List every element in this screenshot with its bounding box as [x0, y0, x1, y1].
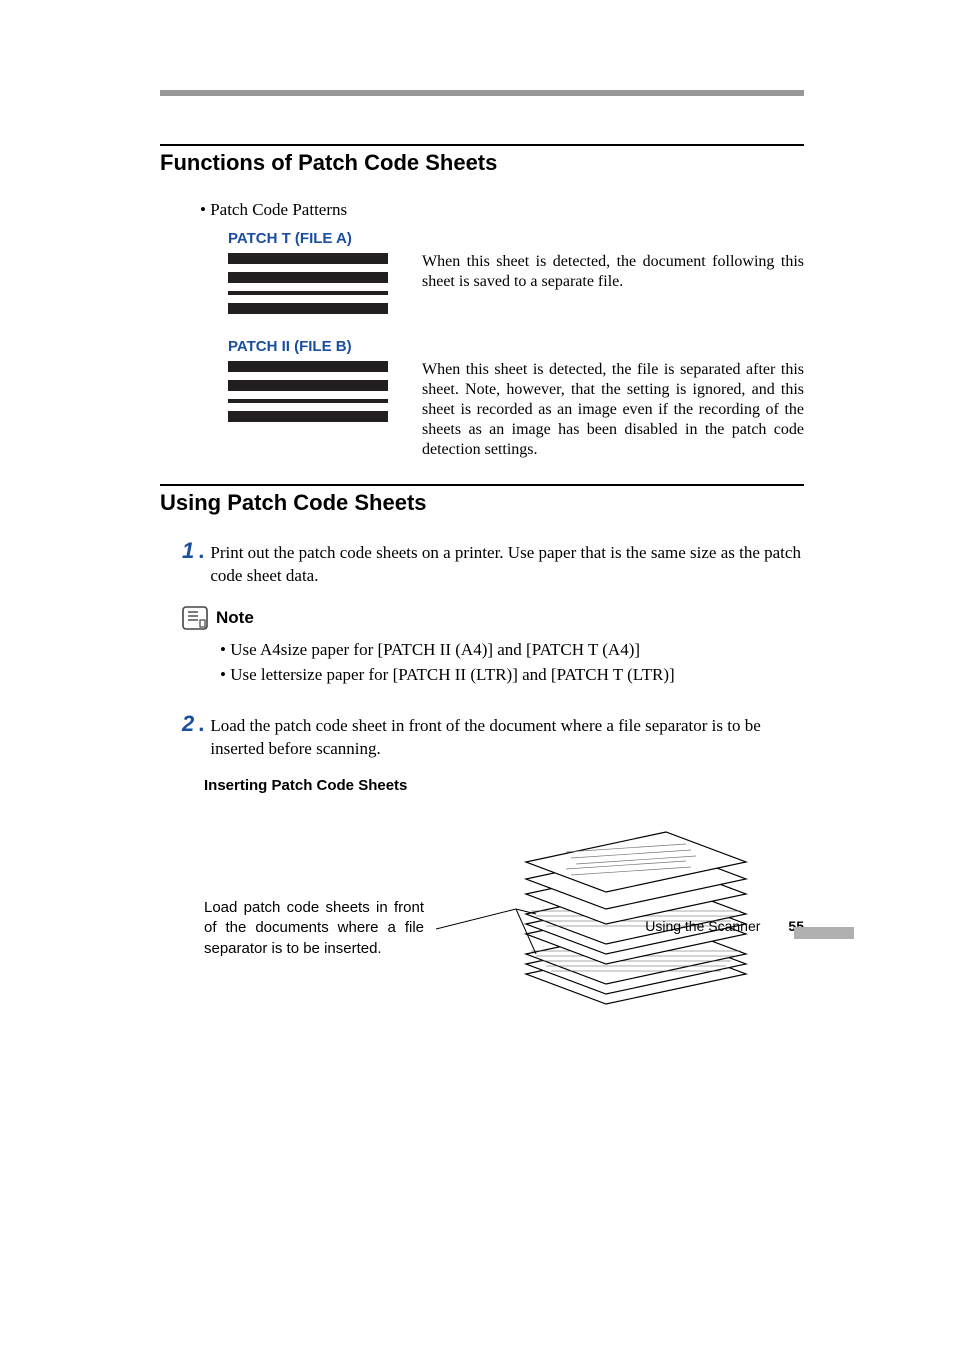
note-bullet-2: • Use lettersize paper for [PATCH II (LT…	[220, 663, 804, 688]
barcode-bar	[228, 291, 388, 295]
note-bullet-1: • Use A4size paper for [PATCH II (A4)] a…	[220, 638, 804, 663]
step-2-dot: .	[198, 713, 204, 735]
step-1-number: 1	[182, 540, 194, 562]
note-bullets: • Use A4size paper for [PATCH II (A4)] a…	[220, 638, 804, 687]
patch-t-title: PATCH T (FILE A)	[228, 230, 398, 247]
patch-t-block: PATCH T (FILE A) When this sheet is dete…	[200, 230, 804, 314]
barcode-bar	[228, 272, 388, 283]
patch-ii-desc: When this sheet is detected, the file is…	[422, 338, 804, 460]
patterns-block: • Patch Code Patterns PATCH T (FILE A) W…	[200, 200, 804, 460]
step-2-number: 2	[182, 713, 194, 735]
note-icon	[182, 606, 208, 630]
patch-ii-left: PATCH II (FILE B)	[228, 338, 398, 422]
paper-stack-diagram	[436, 814, 776, 1014]
patch-t-desc: When this sheet is detected, the documen…	[422, 230, 804, 292]
patch-t-left: PATCH T (FILE A)	[228, 230, 398, 314]
step-2: 2 . Load the patch code sheet in front o…	[182, 713, 804, 761]
barcode-bar	[228, 361, 388, 372]
barcode-bar	[228, 411, 388, 422]
footer-tab	[794, 927, 854, 939]
section-title-using: Using Patch Code Sheets	[160, 484, 804, 516]
step-1-dot: .	[198, 540, 204, 562]
patterns-label: • Patch Code Patterns	[200, 200, 804, 220]
diagram-caption: Load patch code sheets in front of the d…	[204, 898, 424, 959]
barcode-bar	[228, 253, 388, 264]
footer-text: Using the Scanner	[645, 918, 760, 934]
step-2-text: Load the patch code sheet in front of th…	[210, 713, 804, 761]
note-head: Note	[182, 606, 804, 630]
diagram-row: Load patch code sheets in front of the d…	[204, 814, 804, 1014]
page-footer: Using the Scanner 55	[645, 918, 804, 934]
patch-ii-title: PATCH II (FILE B)	[228, 338, 398, 355]
step-1: 1 . Print out the patch code sheets on a…	[182, 540, 804, 588]
barcode-bar	[228, 399, 388, 403]
step-1-text: Print out the patch code sheets on a pri…	[210, 540, 804, 588]
section-title-functions: Functions of Patch Code Sheets	[160, 144, 804, 176]
barcode-bar	[228, 380, 388, 391]
barcode-bar	[228, 303, 388, 314]
patch-ii-block: PATCH II (FILE B) When this sheet is det…	[200, 338, 804, 460]
page: Functions of Patch Code Sheets • Patch C…	[0, 0, 954, 1014]
patch-ii-bars	[228, 361, 388, 422]
top-rule	[160, 90, 804, 96]
patch-t-bars	[228, 253, 388, 314]
inserting-title: Inserting Patch Code Sheets	[204, 777, 804, 794]
note-label: Note	[216, 608, 254, 628]
